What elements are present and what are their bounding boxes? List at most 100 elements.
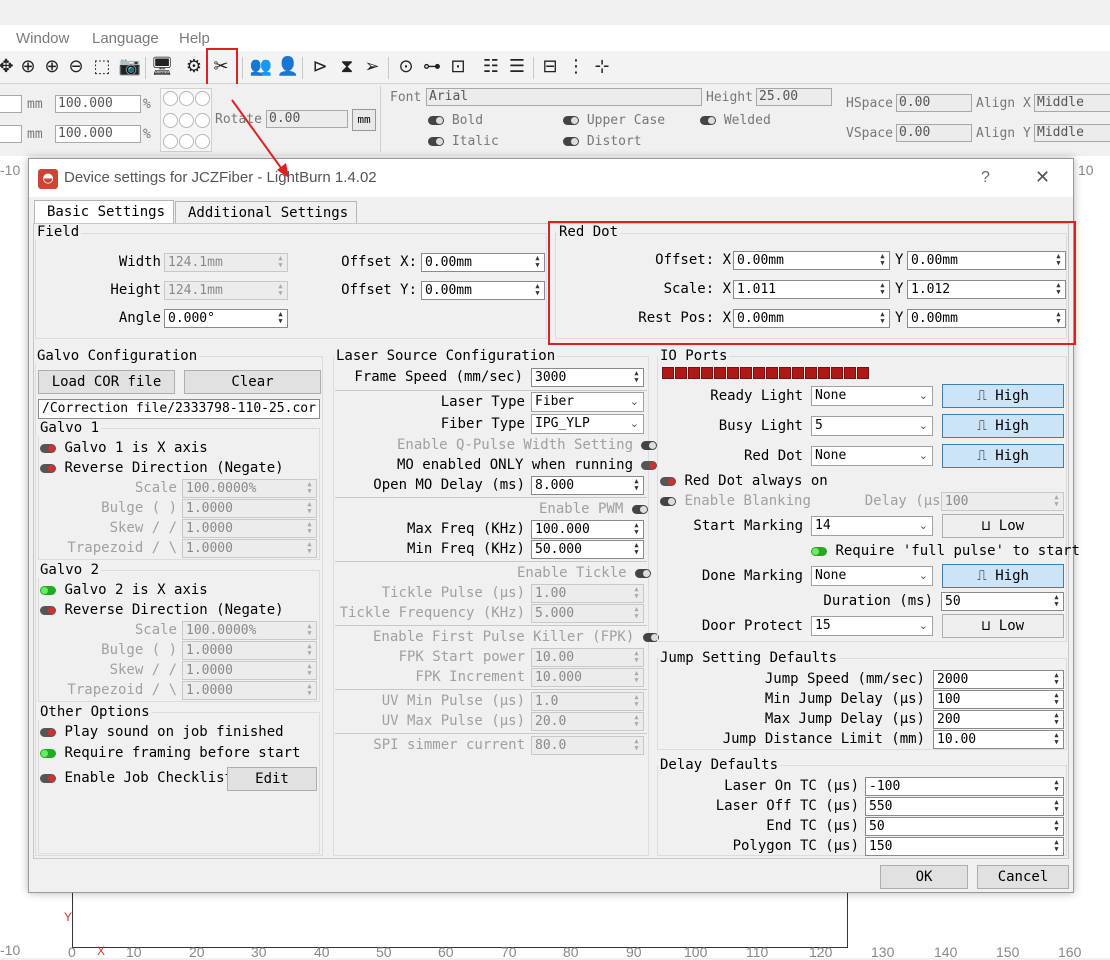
- field-angle-input[interactable]: 0.000° ▲ ▼: [164, 309, 288, 328]
- align-x-select[interactable]: Middle: [1034, 94, 1110, 112]
- anchor-radio[interactable]: [163, 113, 178, 128]
- laser-type-select[interactable]: Fiber ⌄: [531, 392, 644, 412]
- bold-toggle[interactable]: Bold: [428, 113, 483, 128]
- spin-arrows-icon[interactable]: ▲ ▼: [631, 370, 642, 385]
- frame-speed-input[interactable]: 3000 ▲ ▼: [531, 368, 644, 387]
- galvo2-x-axis-toggle[interactable]: Galvo 2 is X axis: [40, 582, 208, 598]
- require-framing-toggle[interactable]: Require framing before start: [40, 745, 300, 761]
- anchor-radio[interactable]: [163, 134, 178, 149]
- field-offset-y-input[interactable]: 0.00mm ▲ ▼: [421, 281, 545, 300]
- send-icon[interactable]: ➢: [360, 56, 384, 78]
- anchor-radio[interactable]: [179, 91, 194, 106]
- blanking-toggle[interactable]: Enable Blanking: [660, 493, 811, 509]
- spin-arrows-icon[interactable]: ▲ ▼: [1051, 819, 1062, 834]
- red-dot-always-toggle[interactable]: Red Dot always on: [660, 473, 828, 489]
- menu-language[interactable]: Language: [92, 30, 159, 47]
- jump-distance-limit-input[interactable]: 10.00 ▲ ▼: [933, 730, 1064, 749]
- italic-toggle[interactable]: Italic: [428, 134, 499, 149]
- spin-arrows-icon[interactable]: ▲ ▼: [631, 694, 642, 709]
- monitor-icon[interactable]: 🖥: [150, 56, 174, 78]
- galvo2-scale-input[interactable]: 100.0000% ▲ ▼: [182, 621, 317, 640]
- ok-button[interactable]: OK: [880, 865, 968, 889]
- flip-icon[interactable]: ⊳: [308, 56, 332, 78]
- mirror-icon[interactable]: ⧗: [335, 56, 359, 78]
- spi-simmer-input[interactable]: 80.0 ▲ ▼: [531, 736, 644, 755]
- blanking-delay-input[interactable]: 100 ▲ ▼: [941, 492, 1064, 511]
- anchor-radio[interactable]: [195, 91, 210, 106]
- font-height-input[interactable]: 25.00: [756, 88, 832, 106]
- ready-light-polarity-button[interactable]: ⎍ High: [942, 384, 1064, 408]
- group-users-icon[interactable]: 👥: [249, 56, 273, 78]
- galvo2-bulge-input[interactable]: 1.0000 ▲ ▼: [182, 641, 317, 660]
- fpk-start-power-input[interactable]: 10.00 ▲ ▼: [531, 648, 644, 667]
- job-checklist-toggle[interactable]: Enable Job Checklist: [40, 770, 233, 786]
- spin-arrows-icon[interactable]: ▲ ▼: [275, 255, 286, 270]
- spin-arrows-icon[interactable]: ▲ ▼: [631, 542, 642, 557]
- align-vertical-icon[interactable]: ☷: [479, 56, 503, 78]
- galvo1-x-axis-toggle[interactable]: Galvo 1 is X axis: [40, 440, 208, 456]
- spin-arrows-icon[interactable]: ▲ ▼: [1051, 732, 1062, 747]
- spin-arrows-icon[interactable]: ▲ ▼: [304, 643, 315, 658]
- settings-gear-icon[interactable]: ⚙: [182, 56, 206, 78]
- spin-arrows-icon[interactable]: ▲ ▼: [304, 541, 315, 556]
- align-y-select[interactable]: Middle: [1034, 124, 1110, 142]
- clear-cor-button[interactable]: Clear: [184, 370, 321, 394]
- spin-arrows-icon[interactable]: ▲ ▼: [304, 501, 315, 516]
- require-full-pulse-toggle[interactable]: Require 'full pulse' to start: [811, 543, 1080, 559]
- anchor-radio[interactable]: [179, 113, 194, 128]
- busy-light-select[interactable]: 5 ⌄: [811, 416, 933, 436]
- spin-arrows-icon[interactable]: ▲ ▼: [631, 650, 642, 665]
- mm-toggle-button[interactable]: mm: [352, 109, 376, 131]
- spin-arrows-icon[interactable]: ▲ ▼: [304, 481, 315, 496]
- zoom-fit-icon[interactable]: ⊕: [16, 56, 40, 78]
- spin-arrows-icon[interactable]: ▲ ▼: [1051, 692, 1062, 707]
- welded-toggle[interactable]: Welded: [700, 113, 771, 128]
- spin-arrows-icon[interactable]: ▲ ▼: [1051, 712, 1062, 727]
- spin-arrows-icon[interactable]: ▲ ▼: [1051, 779, 1062, 794]
- pwm-toggle[interactable]: Enable PWM: [539, 501, 648, 517]
- red-dot-io-select[interactable]: None ⌄: [811, 446, 933, 466]
- spin-arrows-icon[interactable]: ▲ ▼: [631, 478, 642, 493]
- spin-arrows-icon[interactable]: ▲ ▼: [1051, 839, 1062, 854]
- mo-enabled-toggle[interactable]: MO enabled ONLY when running: [397, 457, 658, 473]
- door-protect-select[interactable]: 15 ⌄: [811, 616, 933, 636]
- pos-x-input[interactable]: [0, 95, 22, 113]
- max-freq-input[interactable]: 100.000 ▲ ▼: [531, 520, 644, 539]
- cor-file-path-input[interactable]: /Correction file/2333798-110-25.cor: [38, 399, 320, 419]
- distribute-icon[interactable]: ⊡: [446, 56, 470, 78]
- spin-arrows-icon[interactable]: ▲ ▼: [1051, 594, 1062, 609]
- open-mo-delay-input[interactable]: 8.000 ▲ ▼: [531, 476, 644, 495]
- height-pct-input[interactable]: 100.000: [55, 125, 141, 143]
- spin-arrows-icon[interactable]: ▲ ▼: [631, 522, 642, 537]
- play-sound-toggle[interactable]: Play sound on job finished: [40, 724, 284, 740]
- busy-light-polarity-button[interactable]: ⎍ High: [942, 414, 1064, 438]
- tab-additional-settings[interactable]: Additional Settings: [175, 201, 358, 223]
- align-icon[interactable]: ⊶: [420, 56, 444, 78]
- fpk-toggle[interactable]: Enable First Pulse Killer (FPK): [373, 629, 659, 645]
- pos-y-input[interactable]: [0, 125, 22, 143]
- anchor-radio[interactable]: [195, 134, 210, 149]
- qpulse-toggle[interactable]: Enable Q-Pulse Width Setting: [397, 437, 658, 453]
- ready-light-select[interactable]: None ⌄: [811, 386, 933, 406]
- spin-arrows-icon[interactable]: ▲ ▼: [631, 586, 642, 601]
- anchor-radio[interactable]: [179, 134, 194, 149]
- galvo1-skew-input[interactable]: 1.0000 ▲ ▼: [182, 519, 317, 538]
- field-height-input[interactable]: 124.1mm ▲ ▼: [164, 281, 288, 300]
- laser-on-tc-input[interactable]: -100 ▲ ▼: [865, 777, 1064, 796]
- spin-arrows-icon[interactable]: ▲ ▼: [532, 283, 543, 298]
- spin-arrows-icon[interactable]: ▲ ▼: [1051, 672, 1062, 687]
- min-freq-input[interactable]: 50.000 ▲ ▼: [531, 540, 644, 559]
- edit-checklist-button[interactable]: Edit: [227, 767, 317, 791]
- anchor-radio[interactable]: [163, 91, 178, 106]
- menu-window[interactable]: Window: [16, 30, 69, 47]
- spin-arrows-icon[interactable]: ▲ ▼: [631, 606, 642, 621]
- jump-speed-input[interactable]: 2000 ▲ ▼: [933, 670, 1064, 689]
- tickle-toggle[interactable]: Enable Tickle: [517, 565, 652, 581]
- vspace-input[interactable]: 0.00: [896, 124, 972, 142]
- spin-arrows-icon[interactable]: ▲ ▼: [631, 670, 642, 685]
- target-icon[interactable]: ⊙: [394, 56, 418, 78]
- load-cor-button[interactable]: Load COR file: [38, 370, 175, 394]
- red-dot-polarity-button[interactable]: ⎍ High: [942, 444, 1064, 468]
- laser-off-tc-input[interactable]: 550 ▲ ▼: [865, 797, 1064, 816]
- spin-arrows-icon[interactable]: ▲ ▼: [532, 255, 543, 270]
